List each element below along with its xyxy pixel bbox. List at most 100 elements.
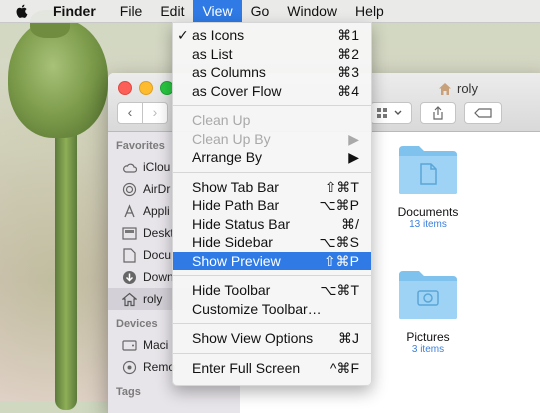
menu-item-label: Hide Path Bar — [192, 197, 280, 213]
menu-item-show-preview[interactable]: Show Preview ⇧⌘P — [173, 251, 371, 270]
menu-item-shortcut: ⌘2 — [337, 45, 359, 62]
menu-item-label: Show View Options — [192, 330, 314, 346]
sidebar-item-label: AirDr — [143, 182, 171, 196]
disk-icon — [122, 338, 137, 353]
home-icon — [439, 82, 451, 95]
menu-separator — [173, 275, 371, 276]
share-button[interactable] — [420, 102, 456, 124]
documents-icon — [122, 247, 137, 263]
menu-separator — [173, 105, 371, 106]
documents-folder-icon — [399, 146, 457, 194]
sidebar-item-label: Down — [143, 270, 174, 284]
checkmark-icon: ✓ — [177, 27, 189, 43]
sidebar-item-label: Deskt — [143, 226, 174, 240]
menu-item-label: Hide Status Bar — [192, 215, 291, 232]
tag-icon — [474, 108, 492, 118]
menu-item-shortcut: ⌘J — [338, 330, 359, 346]
menu-item-as-icons[interactable]: ✓ as Icons ⌘1 — [173, 26, 371, 45]
view-menu: ✓ as Icons ⌘1 as List ⌘2 as Columns ⌘3 a… — [172, 22, 372, 386]
menu-item-hide-sidebar[interactable]: Hide Sidebar ⌥⌘S — [173, 233, 371, 252]
menu-item-clean-up: Clean Up — [173, 111, 371, 130]
remote-disc-icon — [122, 360, 137, 375]
menu-item-shortcut: ^⌘F — [329, 359, 359, 376]
menu-file[interactable]: File — [111, 0, 152, 22]
menu-item-hide-path-bar[interactable]: Hide Path Bar ⌥⌘P — [173, 196, 371, 215]
menu-go[interactable]: Go — [242, 0, 279, 22]
menu-item-label: Enter Full Screen — [192, 359, 301, 376]
folder-name: Pictures — [406, 330, 450, 344]
menu-item-enter-full-screen[interactable]: Enter Full Screen ^⌘F — [173, 359, 371, 378]
menu-item-label: as List — [192, 45, 233, 62]
nav-buttons: ‹ › — [117, 102, 168, 124]
folder-documents[interactable]: Documents 13 items — [373, 144, 483, 230]
folder-item-count: 3 items — [411, 344, 445, 355]
menu-item-as-cover-flow[interactable]: as Cover Flow ⌘4 — [173, 82, 371, 101]
home-icon — [122, 292, 137, 307]
apple-icon[interactable] — [14, 3, 30, 19]
menu-view[interactable]: View — [193, 0, 242, 22]
share-icon — [433, 106, 443, 120]
menu-item-as-list[interactable]: as List ⌘2 — [173, 45, 371, 64]
menu-item-shortcut: ⌥⌘T — [320, 282, 359, 298]
sidebar-item-label: iClou — [143, 160, 171, 174]
sidebar-item-label: Appli — [143, 204, 170, 218]
menu-item-customize-toolbar[interactable]: Customize Toolbar… — [173, 300, 371, 319]
submenu-arrow-icon: ▶ — [348, 149, 359, 165]
menu-item-show-tab-bar[interactable]: Show Tab Bar ⇧⌘T — [173, 178, 371, 197]
menu-item-label: Show Tab Bar — [192, 178, 279, 195]
menu-item-label: as Cover Flow — [192, 82, 282, 99]
menu-item-label: Show Preview — [192, 252, 281, 269]
airdrop-icon — [122, 182, 137, 197]
menu-separator — [173, 352, 371, 354]
cloud-icon — [122, 160, 137, 175]
close-button[interactable] — [118, 81, 132, 95]
arrange-button[interactable] — [370, 102, 412, 124]
back-button[interactable]: ‹ — [117, 102, 143, 124]
window-controls — [118, 81, 174, 95]
menu-separator — [173, 171, 371, 173]
menu-item-shortcut: ⌘3 — [337, 64, 359, 80]
menu-item-shortcut: ⌘4 — [337, 82, 359, 99]
sidebar-item-label: Docu — [143, 248, 172, 262]
applications-icon — [122, 203, 137, 219]
menu-item-label: Clean Up By — [192, 130, 271, 147]
submenu-arrow-icon: ▶ — [348, 130, 359, 147]
menu-item-label: Hide Toolbar — [192, 282, 271, 298]
menu-separator — [173, 323, 371, 324]
menu-item-clean-up-by: Clean Up By ▶ — [173, 130, 371, 149]
menu-item-hide-toolbar[interactable]: Hide Toolbar ⌥⌘T — [173, 281, 371, 300]
menu-item-arrange-by[interactable]: Arrange By ▶ — [173, 148, 371, 167]
toolbar-right — [370, 102, 502, 124]
forward-button[interactable]: › — [143, 102, 168, 124]
menu-item-label: as Icons — [192, 27, 245, 43]
menu-item-shortcut: ⌘1 — [337, 27, 359, 43]
menu-window[interactable]: Window — [278, 0, 346, 22]
window-title-label: roly — [457, 81, 478, 96]
sidebar-item-label: Remo — [143, 360, 176, 374]
desktop-icon — [122, 226, 137, 241]
menu-finder[interactable]: Finder — [44, 0, 105, 22]
folder-item-count: 13 items — [409, 219, 447, 230]
menu-edit[interactable]: Edit — [151, 0, 193, 22]
menu-item-label: Customize Toolbar… — [192, 300, 322, 317]
menu-help[interactable]: Help — [346, 0, 393, 22]
window-title: roly — [438, 81, 478, 96]
menu-item-shortcut: ⌘/ — [341, 215, 359, 232]
menu-item-hide-status-bar[interactable]: Hide Status Bar ⌘/ — [173, 215, 371, 234]
minimize-button[interactable] — [139, 81, 153, 95]
menu-item-label: Clean Up — [192, 112, 251, 128]
sidebar-item-label: Maci — [143, 338, 169, 352]
menu-item-shortcut: ⇧⌘T — [324, 178, 359, 195]
menu-item-show-view-options[interactable]: Show View Options ⌘J — [173, 329, 371, 348]
wallpaper-stem — [55, 120, 77, 410]
folder-name: Documents — [397, 205, 459, 219]
menu-item-label: Hide Sidebar — [192, 234, 273, 250]
menu-item-shortcut: ⇧⌘P — [323, 252, 359, 269]
arrange-grid-icon — [377, 108, 402, 118]
folder-pictures[interactable]: Pictures 3 items — [373, 269, 483, 355]
tags-button[interactable] — [464, 102, 502, 124]
menu-bar: Finder File Edit View Go Window Help — [0, 0, 540, 23]
downloads-icon — [122, 270, 137, 285]
menu-item-as-columns[interactable]: as Columns ⌘3 — [173, 63, 371, 82]
menu-item-shortcut: ⌥⌘P — [319, 197, 359, 213]
